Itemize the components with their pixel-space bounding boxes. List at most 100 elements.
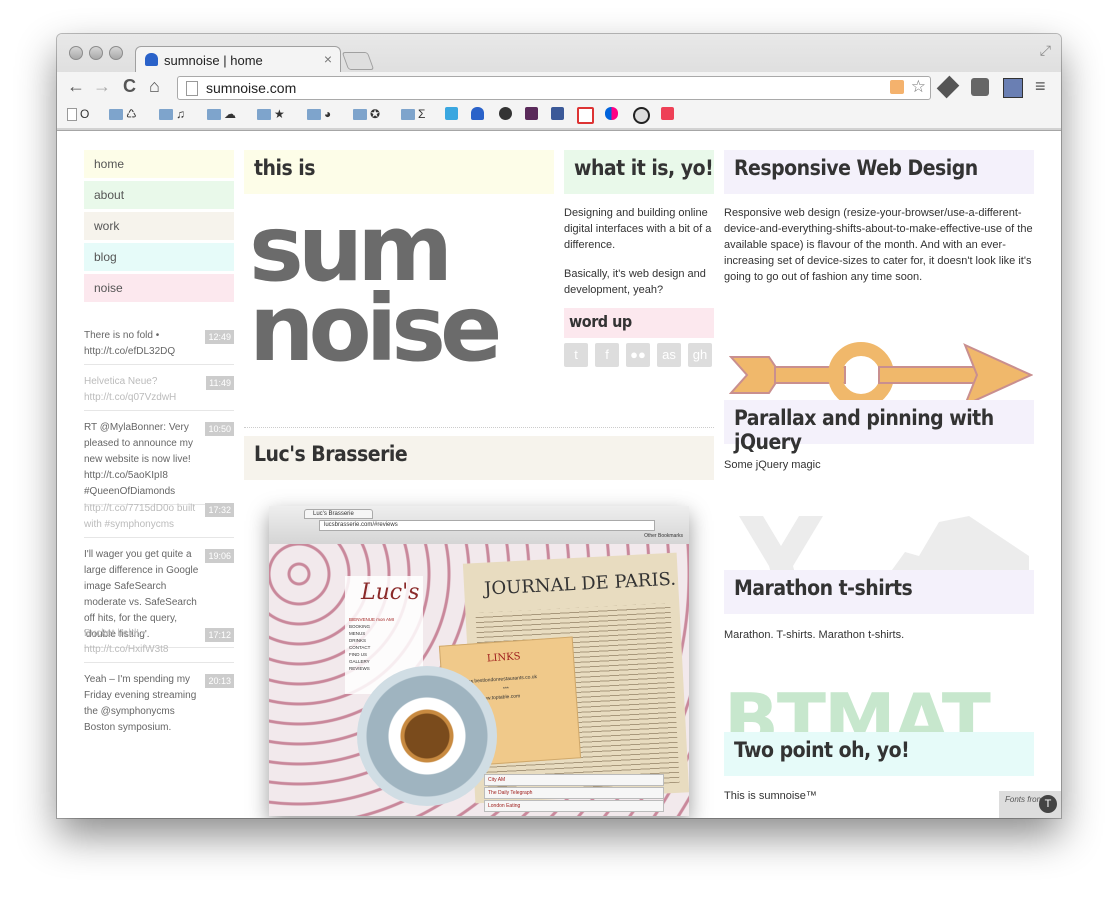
tweet-time[interactable]: 11:49 — [206, 376, 234, 390]
lastfm-social-icon[interactable]: as — [657, 343, 681, 367]
tweet: Bucket held! • http://t.co/HxifW3t8 17:12 — [84, 626, 234, 663]
back-button[interactable]: ← — [67, 76, 85, 97]
tweet-text[interactable]: Helvetica Neue? http://t.co/q07VzdwH — [84, 374, 202, 406]
typekit-logo-icon: T — [1039, 795, 1057, 813]
bookmark-page[interactable]: O — [67, 107, 89, 121]
lucs-screenshot[interactable]: Luc's Brasserie lucsbrasserie.com/#revie… — [269, 506, 689, 816]
close-window-button[interactable] — [69, 46, 83, 60]
heading-text: Marathon t-shirts — [734, 576, 913, 600]
reload-button[interactable]: C — [123, 76, 136, 97]
tweet-time[interactable]: 20:13 — [205, 674, 234, 688]
tweet: RT @MylaBonner: Very pleased to announce… — [84, 420, 234, 505]
wrench-icon[interactable] — [936, 75, 960, 99]
menu-item: CONTACT — [349, 645, 371, 650]
bookmark-folder-sigma[interactable]: Σ — [401, 107, 425, 121]
tweet-time[interactable]: 17:12 — [205, 628, 234, 642]
pocket-icon — [661, 107, 674, 120]
bookmark-flickr[interactable] — [605, 107, 618, 120]
screenshot-menu-list: BIENVENUE mon AMI BOOKING MENUS DRINKS C… — [349, 616, 394, 672]
home-button[interactable]: ⌂ — [149, 76, 160, 97]
menu-item: DRINKS — [349, 638, 367, 643]
what-paragraph-2: Basically, it's web design and developme… — [564, 268, 706, 296]
bookmark-panda[interactable] — [633, 107, 650, 124]
nav-about[interactable]: about — [84, 181, 234, 209]
address-bar[interactable]: sumnoise.com ☆ — [177, 76, 931, 100]
tab-close-icon[interactable]: × — [324, 51, 332, 67]
tweet: Helvetica Neue? http://t.co/q07VzdwH 11:4… — [84, 374, 234, 411]
menu-button[interactable]: ≡ — [1035, 76, 1046, 97]
toolbar: ← → C ⌂ sumnoise.com ☆ ≡ — [57, 72, 1061, 102]
tweet: Yeah – I'm spending my Friday evening st… — [84, 672, 234, 740]
tweet-text[interactable]: Yeah – I'm spending my Friday evening st… — [84, 672, 202, 736]
bookmark-star-icon[interactable]: ☆ — [911, 77, 926, 97]
folder-icon — [109, 108, 123, 120]
heading-text: Responsive Web Design — [734, 156, 978, 180]
fullscreen-icon[interactable]: ⤢ — [1040, 42, 1051, 59]
minimize-window-button[interactable] — [89, 46, 103, 60]
wordup-heading: word up — [564, 308, 714, 338]
bookmark-b[interactable] — [525, 107, 538, 120]
bookmark-folder-gear[interactable]: ✪ — [353, 107, 380, 121]
bookmark-folder-cloud[interactable]: ☁ — [207, 107, 236, 121]
parallax-text: Some jQuery magic — [724, 459, 821, 471]
tweet-time[interactable]: 12:49 — [205, 330, 234, 344]
forward-button[interactable]: → — [93, 76, 111, 97]
github-icon — [499, 107, 512, 120]
tweet-time[interactable]: 10:50 — [205, 422, 234, 436]
php-extension-icon[interactable] — [1003, 78, 1023, 98]
tweet-text[interactable]: RT @MylaBonner: Very pleased to announce… — [84, 420, 202, 500]
twitter-social-icon[interactable]: t — [564, 343, 588, 367]
twopoint-heading: Two point oh, yo! — [724, 732, 1034, 776]
fonts-from-badge[interactable]: Fonts from T — [999, 791, 1061, 818]
bookmark-folder-pie[interactable]: ◕ — [307, 107, 331, 121]
what-paragraph-1: Designing and building online digital in… — [564, 207, 712, 251]
nav-home[interactable]: home — [84, 150, 234, 178]
tweet-text[interactable]: Bucket held! • http://t.co/HxifW3t8 — [84, 626, 202, 658]
bookmark-facebook[interactable] — [551, 107, 564, 120]
url-text[interactable]: sumnoise.com — [206, 80, 296, 96]
tweet-text[interactable]: There is no fold • http://t.co/efDL32DQ — [84, 328, 202, 360]
new-tab-button[interactable] — [341, 52, 375, 70]
page-content: home about work blog noise There is no f… — [57, 131, 1061, 818]
twitter-icon — [445, 107, 458, 120]
bookmark-folder-recycle[interactable]: ♺ — [109, 107, 137, 121]
marathon-text: Marathon. T-shirts. Marathon t-shirts. — [724, 629, 905, 641]
bookmark-ghost[interactable] — [471, 107, 484, 120]
github-social-icon[interactable]: gh — [688, 343, 712, 367]
sumnoise-logo-noise: noise — [249, 275, 502, 382]
menu-item: REVIEWS — [349, 666, 370, 671]
tab-sumnoise[interactable]: sumnoise | home × — [135, 46, 341, 73]
nav-blog[interactable]: blog — [84, 243, 234, 271]
panda-icon — [633, 107, 650, 124]
tweet-text[interactable]: http://t.co/7715dD0o built with #symphon… — [84, 501, 202, 533]
heading-text: what it is, yo! — [574, 156, 714, 180]
bookmark-github[interactable] — [499, 107, 512, 120]
nav-work[interactable]: work — [84, 212, 234, 240]
bookmark-label: ☁ — [224, 107, 236, 121]
bookmark-pocket[interactable] — [661, 107, 674, 120]
bookmark-gmail[interactable] — [577, 107, 594, 124]
screenshot-other-bookmarks: Other Bookmarks — [644, 533, 683, 539]
bookmark-twitter[interactable] — [445, 107, 458, 120]
link-text: *** — [502, 686, 510, 693]
what-heading: what it is, yo! — [564, 150, 714, 194]
tweet-time[interactable]: 19:06 — [205, 549, 234, 563]
screenshot-chrome: Luc's Brasserie lucsbrasserie.com/#revie… — [269, 506, 689, 545]
nav-noise[interactable]: noise — [84, 274, 234, 302]
bookmark-folder-star[interactable]: ★ — [257, 107, 285, 121]
menu-item: MENUS — [349, 631, 366, 636]
bookmark-folder-music[interactable]: ♫ — [159, 107, 185, 121]
facebook-social-icon[interactable]: f — [595, 343, 619, 367]
review-item: The Daily Telegraph — [484, 787, 664, 799]
flickr-social-icon[interactable]: ●● — [626, 343, 650, 367]
rss-icon[interactable] — [890, 80, 904, 94]
heading-text: Parallax and pinning with jQuery — [734, 406, 994, 454]
ghost-favicon-icon — [145, 53, 158, 66]
menu-item: GALLERY — [349, 659, 370, 664]
pocket-extension-icon[interactable] — [971, 78, 989, 96]
tweet-time[interactable]: 17:32 — [205, 503, 234, 517]
newspaper-title: JOURNAL DE PARIS. — [483, 568, 677, 600]
menu-item: BOOKING — [349, 624, 371, 629]
zoom-window-button[interactable] — [109, 46, 123, 60]
links-title: LINKS — [486, 651, 521, 665]
